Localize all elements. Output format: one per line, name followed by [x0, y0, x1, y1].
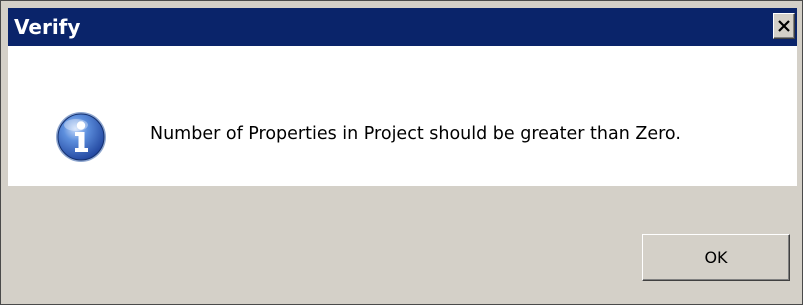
dialog-title: Verify: [14, 15, 81, 39]
ok-button-label: OK: [704, 248, 728, 267]
info-icon: [56, 112, 106, 162]
dialog-message: Number of Properties in Project should b…: [150, 124, 681, 144]
verify-dialog: Verify Number of Properties in Project s…: [0, 0, 803, 305]
close-icon: [778, 20, 790, 32]
dialog-footer: OK: [8, 186, 797, 299]
dialog-content: Number of Properties in Project should b…: [8, 46, 797, 186]
ok-button[interactable]: OK: [642, 234, 790, 281]
close-button[interactable]: [773, 13, 795, 39]
title-bar[interactable]: Verify: [8, 8, 797, 46]
